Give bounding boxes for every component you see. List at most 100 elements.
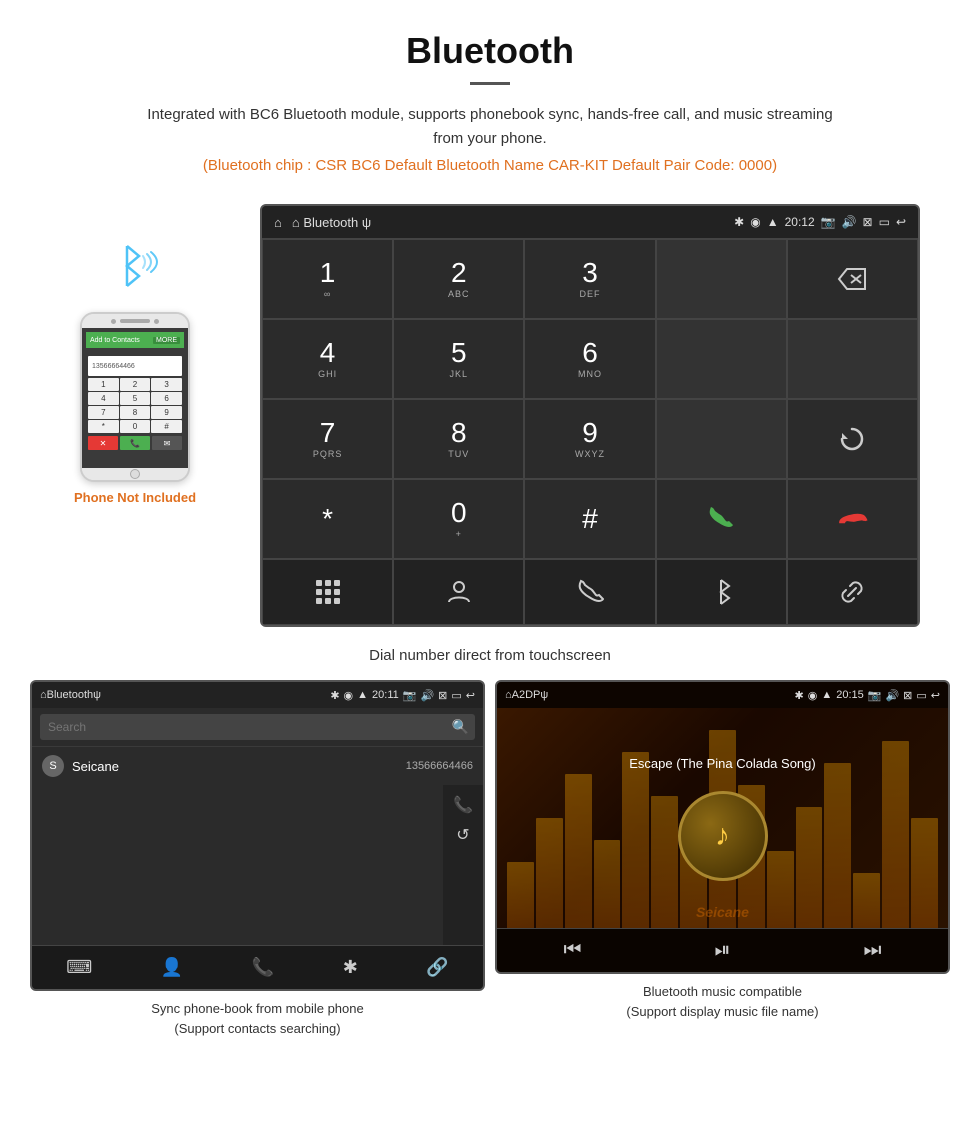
dial-key-9[interactable]: 9 WXYZ: [524, 399, 655, 479]
dial-sub-8: TUV: [448, 449, 469, 459]
pb-title-label: Bluetooth: [47, 689, 93, 701]
dial-key-8[interactable]: 8 TUV: [393, 399, 524, 479]
dial-nav-bluetooth[interactable]: [656, 559, 787, 625]
pb-camera-icon: 📷: [403, 689, 417, 702]
pb-call-icon[interactable]: 📞: [453, 795, 473, 815]
pb-search-wrapper: 🔍: [40, 714, 475, 740]
dial-empty-3: [787, 319, 918, 399]
dial-key-refresh[interactable]: [787, 399, 918, 479]
phone-top-bar: [82, 314, 188, 328]
dial-key-2[interactable]: 2 ABC: [393, 239, 524, 319]
camera-icon: 📷: [821, 215, 836, 229]
page-description: Integrated with BC6 Bluetooth module, su…: [140, 103, 840, 151]
phone-screen-bar: Add to Contacts MORE: [86, 332, 184, 348]
music-song-title: Escape (The Pina Colada Song): [619, 756, 825, 771]
dial-key-call[interactable]: [656, 479, 787, 559]
pb-refresh-icon[interactable]: ↺: [456, 825, 469, 845]
dial-key-0[interactable]: 0 +: [393, 479, 524, 559]
pb-nav-contacts[interactable]: 👤: [161, 957, 183, 978]
dial-num-0: 0: [451, 499, 467, 527]
pb-content: [32, 785, 443, 945]
phone-key-2: 2: [120, 378, 151, 391]
dial-sub-3: DEF: [579, 289, 600, 299]
dial-empty-4: [656, 399, 787, 479]
phone-key-3: 3: [151, 378, 182, 391]
pb-nav-link[interactable]: 🔗: [426, 957, 448, 978]
phone-mock: Add to Contacts MORE 13566664466 1 2 3 4…: [80, 312, 190, 482]
pb-back-icon: ↩: [466, 689, 475, 702]
prev-track-btn[interactable]: ⏮: [564, 939, 582, 962]
dial-sub-7: PQRS: [313, 449, 343, 459]
pb-nav-keypad[interactable]: ⌨: [66, 957, 92, 978]
dial-nav-link[interactable]: [787, 559, 918, 625]
main-content: Add to Contacts MORE 13566664466 1 2 3 4…: [0, 194, 980, 637]
dial-key-end[interactable]: [787, 479, 918, 559]
phone-action-row: ✕ 📞 ✉: [88, 436, 182, 450]
dial-num-star: *: [322, 505, 333, 533]
statusbar-right: ✱ ◉ ▲ 20:12 📷 🔊 ⊠ ▭ ↩: [734, 215, 906, 229]
phonebook-caption-line2: (Support contacts searching): [174, 1021, 340, 1036]
phone-msg-btn: ✉: [152, 436, 182, 450]
pb-nav-phone[interactable]: 📞: [252, 957, 274, 978]
pb-side-actions: 📞 ↺: [443, 785, 483, 945]
dialpad-screen: ⌂ ⌂ Bluetooth ψ ✱ ◉ ▲ 20:12 📷 🔊 ⊠ ▭ ↩ 1 …: [260, 204, 920, 627]
phone-call-btn: 📞: [120, 436, 150, 450]
dial-key-backspace[interactable]: [787, 239, 918, 319]
pb-bt-icon: ✱: [330, 689, 339, 702]
link-icon: [838, 578, 866, 606]
bluetooth-specs: (Bluetooth chip : CSR BC6 Default Blueto…: [20, 157, 960, 174]
music-status-icons: ✱ ◉ ▲ 20:15 📷 🔊 ⊠ ▭ ↩: [795, 689, 941, 702]
dial-key-3[interactable]: 3 DEF: [524, 239, 655, 319]
contacts-icon: [445, 578, 473, 606]
bt-nav-icon: [710, 578, 732, 606]
dial-num-5: 5: [451, 339, 467, 367]
phone-home-button: [130, 469, 140, 479]
dial-key-star[interactable]: *: [262, 479, 393, 559]
eq-bar-14: [882, 741, 909, 928]
phone-end-btn: ✕: [88, 436, 118, 450]
bt-icon: ✱: [734, 215, 744, 229]
album-art: ♪: [678, 791, 768, 881]
bottom-screenshots: ⌂ Bluetooth ψ ✱ ◉ ▲ 20:11 📷 🔊 ⊠ ▭ ↩: [0, 680, 980, 1058]
music-win-icon: ▭: [916, 689, 926, 702]
phone-area: Add to Contacts MORE 13566664466 1 2 3 4…: [30, 204, 240, 505]
music-camera-icon: 📷: [868, 689, 882, 702]
play-pause-btn[interactable]: ⏯: [715, 939, 731, 962]
dial-key-1[interactable]: 1 ∞: [262, 239, 393, 319]
dial-nav-contacts[interactable]: [393, 559, 524, 625]
pb-search-input[interactable]: [40, 714, 475, 740]
pb-contact-list: S Seicane 13566664466: [32, 746, 483, 785]
music-bg: Escape (The Pina Colada Song) ♪ Seicane: [497, 708, 948, 928]
dialpad-grid: 1 ∞ 2 ABC 3 DEF 4 GHI: [262, 238, 918, 625]
eq-bar-4: [594, 840, 621, 928]
home-icon: ⌂: [274, 215, 282, 230]
refresh-icon: [837, 424, 867, 454]
dial-key-7[interactable]: 7 PQRS: [262, 399, 393, 479]
next-track-btn[interactable]: ⏭: [864, 939, 882, 962]
pb-gps-icon: ◉: [344, 689, 354, 702]
page-title: Bluetooth: [20, 30, 960, 72]
volume-icon: 🔊: [842, 215, 857, 229]
dial-key-6[interactable]: 6 MNO: [524, 319, 655, 399]
dial-key-5[interactable]: 5 JKL: [393, 319, 524, 399]
dial-sub-4: GHI: [318, 369, 337, 379]
music-x-icon: ⊠: [903, 689, 912, 702]
eq-bar-10: [767, 851, 794, 928]
dial-key-4[interactable]: 4 GHI: [262, 319, 393, 399]
phone-number-display: 13566664466: [88, 356, 182, 376]
dial-num-9: 9: [582, 419, 598, 447]
phone-key-8: 8: [120, 406, 151, 419]
statusbar-title: ⌂ Bluetooth ψ: [292, 215, 371, 230]
bluetooth-signal-icon: [101, 234, 169, 302]
dial-nav-phone[interactable]: [524, 559, 655, 625]
back-icon: ↩: [896, 215, 906, 229]
pb-status-icons: ✱ ◉ ▲ 20:11 📷 🔊 ⊠ ▭ ↩: [330, 689, 475, 702]
dial-key-hash[interactable]: #: [524, 479, 655, 559]
dial-caption: Dial number direct from touchscreen: [0, 647, 980, 664]
statusbar-left: ⌂ ⌂ Bluetooth ψ: [274, 215, 371, 230]
dial-nav-keypad[interactable]: [262, 559, 393, 625]
pb-nav-bluetooth[interactable]: ✱: [343, 957, 358, 978]
music-vol-icon: 🔊: [885, 689, 899, 702]
music-home-icon: ⌂: [505, 689, 512, 701]
x-icon: ⊠: [863, 215, 873, 229]
